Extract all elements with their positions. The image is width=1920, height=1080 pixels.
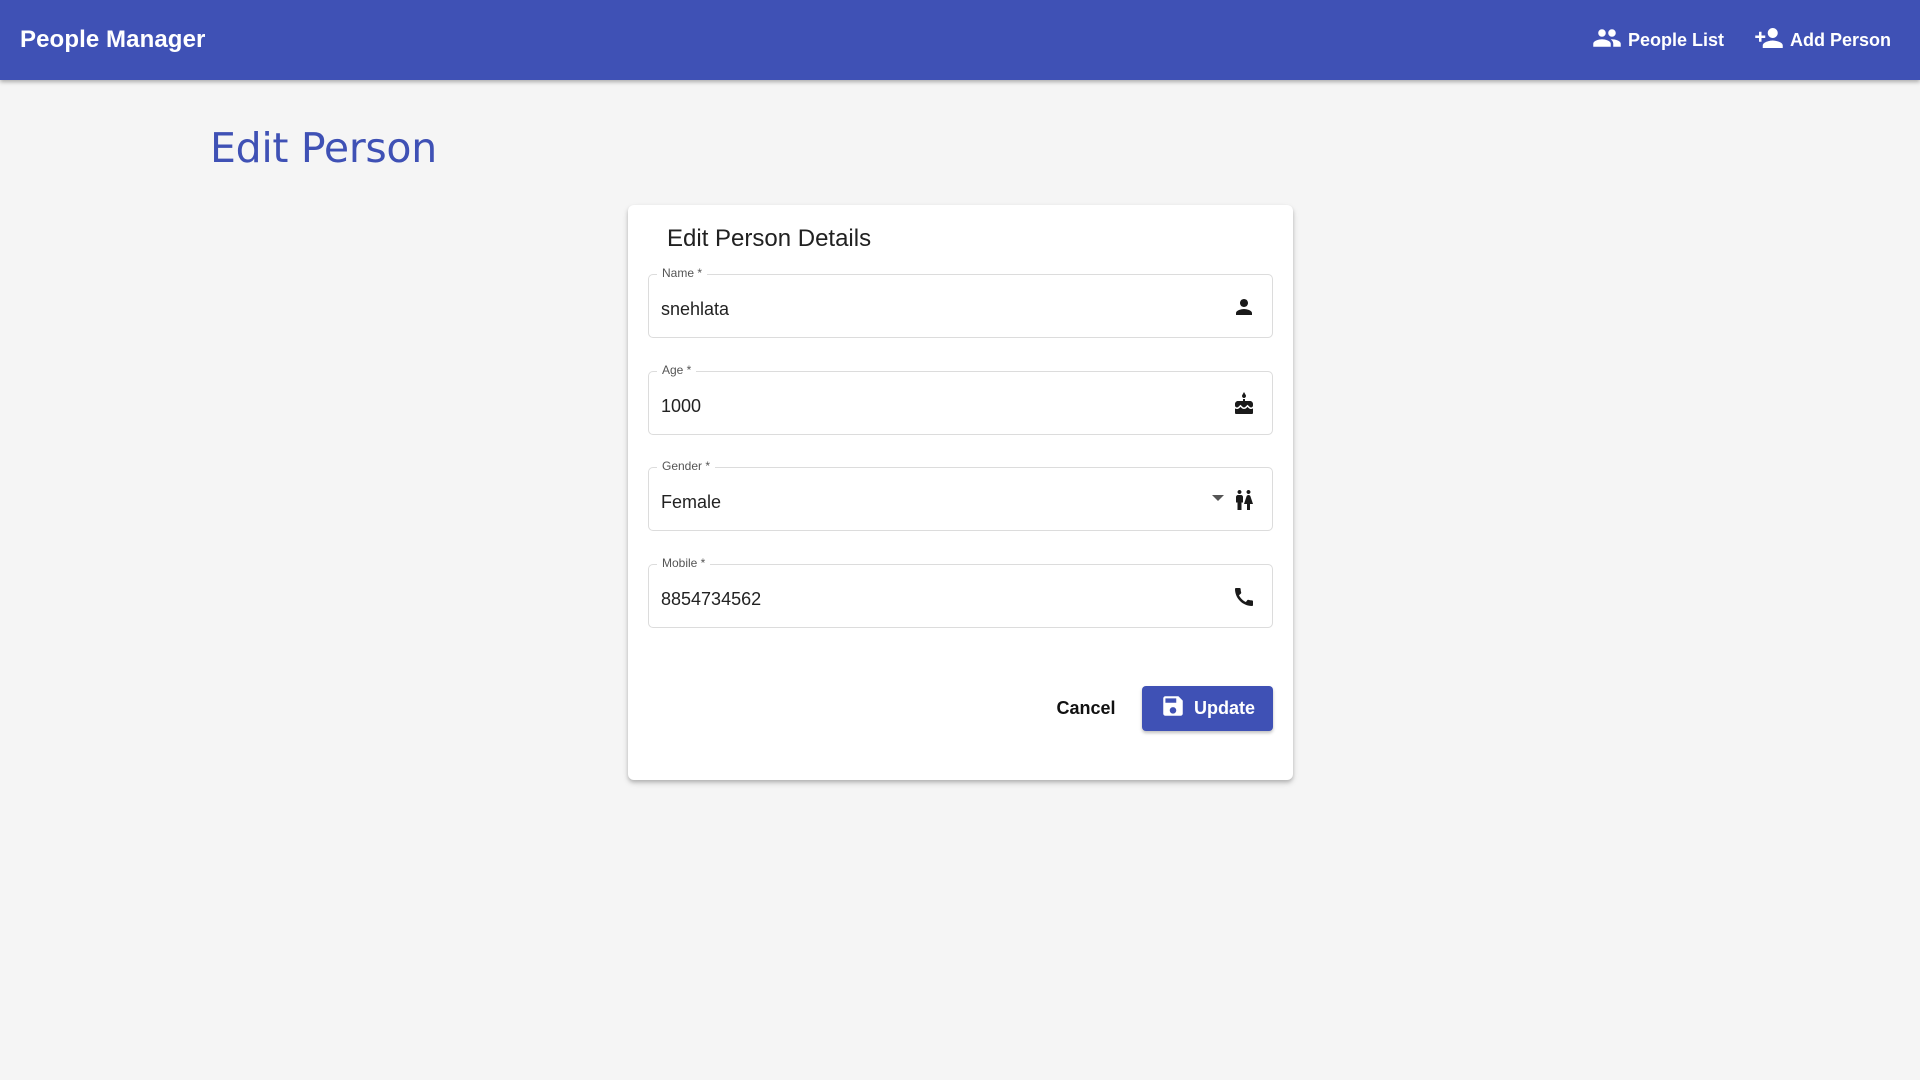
person-icon [1232, 295, 1256, 319]
age-field-label: Age * [657, 363, 697, 377]
name-field-label: Name * [657, 266, 708, 280]
edit-person-card: Edit Person Details Name * snehlata Age … [628, 205, 1293, 780]
name-input[interactable]: snehlata [661, 299, 729, 320]
wc-icon [1232, 488, 1256, 512]
app-title: People Manager [20, 26, 206, 53]
cake-icon [1232, 392, 1256, 416]
nav-add-person-label: Add Person [1790, 29, 1892, 50]
mobile-field-label: Mobile * [657, 556, 711, 570]
gender-select[interactable]: Gender * Female [648, 459, 1273, 531]
phone-icon [1232, 585, 1256, 609]
app-toolbar: People Manager People List Add Person [0, 0, 1920, 80]
name-field[interactable]: Name * snehlata [648, 266, 1273, 338]
update-button[interactable]: Update [1142, 686, 1273, 731]
dropdown-arrow-icon[interactable] [1212, 495, 1224, 501]
gender-field-label: Gender * [657, 459, 716, 473]
age-input[interactable]: 1000 [661, 396, 701, 417]
people-icon [1592, 23, 1622, 58]
person-add-icon [1754, 23, 1784, 58]
mobile-field[interactable]: Mobile * 8854734562 [648, 556, 1273, 628]
nav-people-list-label: People List [1628, 29, 1725, 50]
card-title: Edit Person Details [667, 225, 872, 252]
nav-add-person-button[interactable]: Add Person [1754, 20, 1891, 60]
update-button-label: Update [1193, 698, 1255, 718]
mobile-input[interactable]: 8854734562 [661, 589, 761, 610]
save-icon [1160, 693, 1186, 724]
gender-selected-value[interactable]: Female [661, 492, 721, 513]
age-field[interactable]: Age * 1000 [648, 363, 1273, 435]
cancel-button[interactable]: Cancel [1046, 686, 1126, 731]
nav-people-list-button[interactable]: People List [1592, 20, 1724, 60]
page-title: Edit Person [210, 124, 437, 172]
